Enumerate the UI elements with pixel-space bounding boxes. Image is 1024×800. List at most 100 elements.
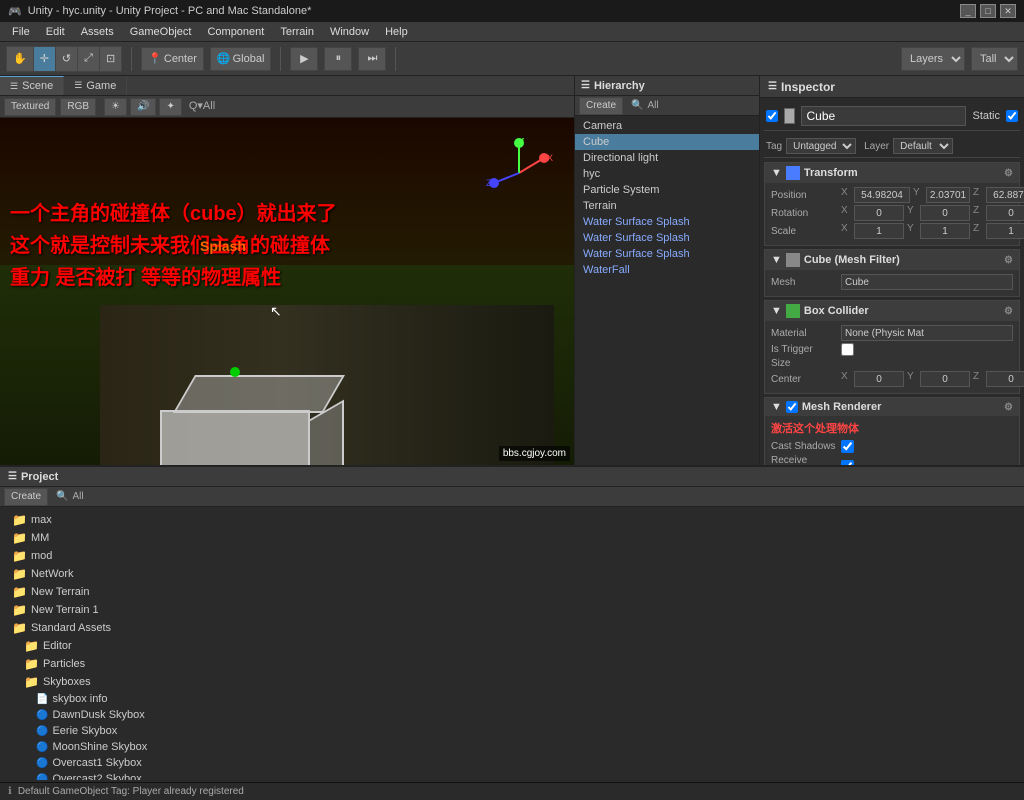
close-button[interactable]: ✕ (1000, 4, 1016, 18)
hand-tool[interactable]: ✋ (7, 47, 34, 71)
play-button[interactable]: ▶ (290, 47, 318, 71)
menu-gameobject[interactable]: GameObject (122, 24, 200, 40)
move-tool[interactable]: ✛ (34, 47, 56, 71)
mesh-renderer-header[interactable]: ▼ Mesh Renderer ⚙ (765, 398, 1019, 416)
p-item-skyboxes[interactable]: 📁 Skyboxes (0, 673, 1024, 691)
mesh-filter-title: Cube (Mesh Filter) (804, 254, 900, 266)
p-item-overcast2[interactable]: 🔵 Overcast2 Skybox (0, 771, 1024, 780)
center-z-input[interactable] (986, 371, 1024, 387)
menu-component[interactable]: Component (199, 24, 272, 40)
scale-x-input[interactable] (854, 223, 904, 239)
p-item-dawndusk[interactable]: 🔵 DawnDusk Skybox (0, 707, 1024, 723)
pause-button[interactable]: ⏸ (324, 47, 352, 71)
mesh-renderer-enable[interactable] (786, 401, 798, 413)
status-text: Default GameObject Tag: Player already r… (18, 786, 244, 797)
menu-window[interactable]: Window (322, 24, 377, 40)
h-item-hyc[interactable]: hyc (575, 166, 759, 182)
static-checkbox[interactable] (1006, 110, 1018, 122)
menu-edit[interactable]: Edit (38, 24, 73, 40)
mesh-value: Cube (841, 274, 1013, 290)
position-row: Position X Y Z (771, 187, 1013, 203)
sun-button[interactable]: ☀ (104, 98, 127, 116)
menu-file[interactable]: File (4, 24, 38, 40)
tab-scene[interactable]: ☰ Scene (0, 76, 64, 95)
center-y-input[interactable] (920, 371, 970, 387)
menu-help[interactable]: Help (377, 24, 416, 40)
textured-button[interactable]: Textured (4, 98, 56, 116)
global-local-button[interactable]: 🌐 Global (210, 47, 272, 71)
box-collider-arrow: ▼ (771, 305, 782, 317)
p-item-overcast1[interactable]: 🔵 Overcast1 Skybox (0, 755, 1024, 771)
is-trigger-checkbox[interactable] (841, 343, 854, 356)
cast-shadows-checkbox[interactable] (841, 440, 854, 453)
object-name-input[interactable] (801, 106, 966, 126)
p-item-particles[interactable]: 📁 Particles (0, 655, 1024, 673)
layout-dropdown[interactable]: Tall (971, 47, 1018, 71)
pos-x-input[interactable] (854, 187, 910, 203)
receive-shadows-checkbox[interactable] (841, 460, 854, 466)
effects-button[interactable]: ✦ (159, 98, 181, 116)
hierarchy-content[interactable]: Camera Cube Directional light hyc Partic… (575, 116, 759, 465)
scene-viewport[interactable]: X Y Z 一个主角的碰撞体（cube）就出来了 这个就是控制未来我们主角的碰撞… (0, 118, 574, 465)
h-item-directional-light[interactable]: Directional light (575, 150, 759, 166)
h-item-camera[interactable]: Camera (575, 118, 759, 134)
layers-dropdown[interactable]: Layers (901, 47, 965, 71)
p-item-skybox-info[interactable]: 📄 skybox info (0, 691, 1024, 707)
h-item-cube[interactable]: Cube (575, 134, 759, 150)
layer-dropdown[interactable]: Default (893, 138, 953, 154)
rot-x-input[interactable] (854, 205, 904, 221)
mesh-renderer-settings[interactable]: ⚙ (1004, 402, 1013, 413)
rgb-button[interactable]: RGB (60, 98, 96, 116)
project-content[interactable]: 📁 max 📁 MM 📁 mod 📁 NetWork 📁 New Terrain… (0, 507, 1024, 782)
p-item-new-terrain[interactable]: 📁 New Terrain (0, 583, 1024, 601)
scale-tool[interactable]: ⤢ (78, 47, 100, 71)
mesh-filter-body: Mesh Cube (765, 270, 1019, 296)
center-row: Center X Y Z (771, 371, 1013, 387)
center-x-input[interactable] (854, 371, 904, 387)
tag-label: Tag (766, 141, 782, 152)
tab-game[interactable]: ☰ Game (64, 76, 127, 95)
scale-y-input[interactable] (920, 223, 970, 239)
p-item-eerie[interactable]: 🔵 Eerie Skybox (0, 723, 1024, 739)
rot-z-input[interactable] (986, 205, 1024, 221)
step-button[interactable]: ⏭ (358, 47, 386, 71)
mesh-filter-header[interactable]: ▼ Cube (Mesh Filter) ⚙ (765, 250, 1019, 270)
rect-tool[interactable]: ⊡ (100, 47, 121, 71)
p-item-standard-assets[interactable]: 📁 Standard Assets (0, 619, 1024, 637)
h-item-water-splash-3[interactable]: Water Surface Splash (575, 246, 759, 262)
scale-z-input[interactable] (986, 223, 1024, 239)
p-item-mm[interactable]: 📁 MM (0, 529, 1024, 547)
h-item-water-splash-2[interactable]: Water Surface Splash (575, 230, 759, 246)
h-item-water-splash-1[interactable]: Water Surface Splash (575, 214, 759, 230)
mesh-filter-settings[interactable]: ⚙ (1004, 255, 1013, 266)
project-create-button[interactable]: Create (4, 488, 48, 506)
rot-y-input[interactable] (920, 205, 970, 221)
pos-y-input[interactable] (926, 187, 970, 203)
rotate-tool[interactable]: ↺ (56, 47, 78, 71)
transform-settings[interactable]: ⚙ (1004, 168, 1013, 179)
center-pivot-button[interactable]: 📍 Center (141, 47, 204, 71)
box-collider-body: Material None (Physic Mat Is Trigger Siz… (765, 321, 1019, 393)
p-item-moonshine[interactable]: 🔵 MoonShine Skybox (0, 739, 1024, 755)
p-item-network[interactable]: 📁 NetWork (0, 565, 1024, 583)
pos-z-input[interactable] (986, 187, 1024, 203)
p-item-max[interactable]: 📁 max (0, 511, 1024, 529)
p-item-editor[interactable]: 📁 Editor (0, 637, 1024, 655)
gizmo-button[interactable]: 🔊 (130, 98, 156, 116)
box-collider-settings[interactable]: ⚙ (1004, 306, 1013, 317)
p-item-new-terrain-1[interactable]: 📁 New Terrain 1 (0, 601, 1024, 619)
hierarchy-create-button[interactable]: Create (579, 97, 623, 115)
menu-assets[interactable]: Assets (73, 24, 122, 40)
h-item-particle-system[interactable]: Particle System (575, 182, 759, 198)
menu-terrain[interactable]: Terrain (272, 24, 322, 40)
project-header: ☰ Project (0, 467, 1024, 487)
active-checkbox[interactable] (766, 110, 778, 122)
h-item-terrain[interactable]: Terrain (575, 198, 759, 214)
minimize-button[interactable]: _ (960, 4, 976, 18)
p-item-mod[interactable]: 📁 mod (0, 547, 1024, 565)
h-item-waterfall[interactable]: WaterFall (575, 262, 759, 278)
maximize-button[interactable]: □ (980, 4, 996, 18)
tag-dropdown[interactable]: Untagged (786, 138, 856, 154)
transform-header[interactable]: ▼ Transform ⚙ (765, 163, 1019, 183)
box-collider-header[interactable]: ▼ Box Collider ⚙ (765, 301, 1019, 321)
